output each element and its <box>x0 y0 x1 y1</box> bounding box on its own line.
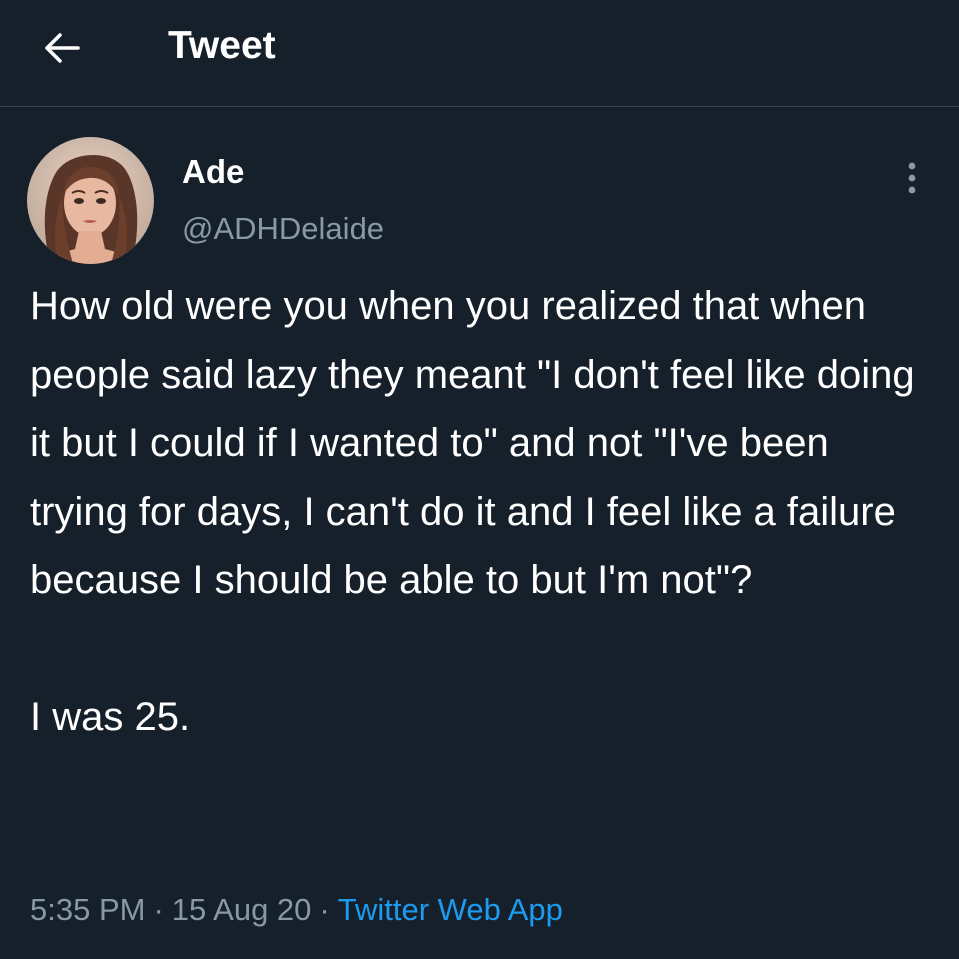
separator: · <box>153 892 164 927</box>
back-button[interactable] <box>36 22 88 74</box>
top-bar: Tweet <box>0 0 959 107</box>
tweet-date[interactable]: 15 Aug 20 <box>172 892 312 927</box>
author-handle[interactable]: @ADHDelaide <box>182 209 384 249</box>
tweet-text: How old were you when you realized that … <box>30 272 935 752</box>
avatar[interactable] <box>27 137 154 264</box>
profile-photo <box>27 137 154 264</box>
tweet-paragraph: I was 25. <box>30 695 191 739</box>
tweet-page: Tweet Ade @ADHDelaide How old were you w… <box>0 0 959 959</box>
more-options-button[interactable] <box>894 152 930 204</box>
more-vertical-icon <box>908 162 916 194</box>
tweet-source-link[interactable]: Twitter Web App <box>338 892 563 927</box>
separator: · <box>319 892 330 927</box>
author-name[interactable]: Ade <box>182 152 244 192</box>
tweet-time[interactable]: 5:35 PM <box>30 892 145 927</box>
page-title: Tweet <box>168 24 276 67</box>
arrow-left-icon <box>45 33 80 63</box>
tweet-paragraph: How old were you when you realized that … <box>30 284 915 602</box>
tweet-metadata: 5:35 PM · 15 Aug 20 · Twitter Web App <box>30 888 563 932</box>
